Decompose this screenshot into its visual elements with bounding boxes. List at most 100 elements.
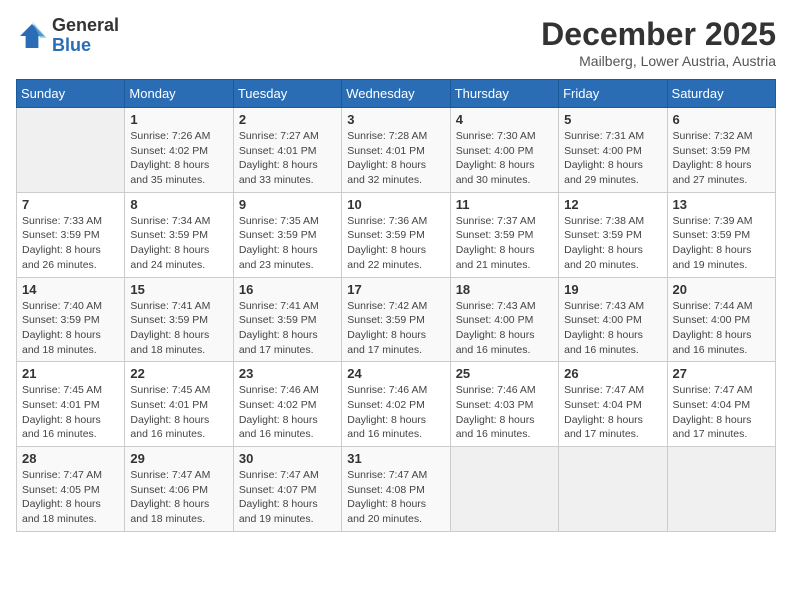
day-detail: Sunrise: 7:40 AMSunset: 3:59 PMDaylight:… — [22, 299, 119, 358]
logo: General Blue — [16, 16, 119, 56]
day-detail: Sunrise: 7:47 AMSunset: 4:05 PMDaylight:… — [22, 468, 119, 527]
day-cell: 11 Sunrise: 7:37 AMSunset: 3:59 PMDayligh… — [450, 192, 558, 277]
week-row-3: 14 Sunrise: 7:40 AMSunset: 3:59 PMDayligh… — [17, 277, 776, 362]
weekday-header-friday: Friday — [559, 80, 667, 108]
day-cell: 28 Sunrise: 7:47 AMSunset: 4:05 PMDayligh… — [17, 447, 125, 532]
day-detail: Sunrise: 7:42 AMSunset: 3:59 PMDaylight:… — [347, 299, 444, 358]
day-number: 8 — [130, 197, 227, 212]
day-number: 28 — [22, 451, 119, 466]
day-cell: 19 Sunrise: 7:43 AMSunset: 4:00 PMDayligh… — [559, 277, 667, 362]
day-number: 22 — [130, 366, 227, 381]
day-number: 23 — [239, 366, 336, 381]
day-cell: 10 Sunrise: 7:36 AMSunset: 3:59 PMDayligh… — [342, 192, 450, 277]
day-number: 20 — [673, 282, 770, 297]
day-number: 17 — [347, 282, 444, 297]
day-detail: Sunrise: 7:33 AMSunset: 3:59 PMDaylight:… — [22, 214, 119, 273]
day-cell: 29 Sunrise: 7:47 AMSunset: 4:06 PMDayligh… — [125, 447, 233, 532]
day-detail: Sunrise: 7:34 AMSunset: 3:59 PMDaylight:… — [130, 214, 227, 273]
day-cell: 21 Sunrise: 7:45 AMSunset: 4:01 PMDayligh… — [17, 362, 125, 447]
location: Mailberg, Lower Austria, Austria — [541, 53, 776, 69]
day-cell — [17, 108, 125, 193]
day-number: 10 — [347, 197, 444, 212]
day-number: 30 — [239, 451, 336, 466]
day-cell: 30 Sunrise: 7:47 AMSunset: 4:07 PMDayligh… — [233, 447, 341, 532]
weekday-header-thursday: Thursday — [450, 80, 558, 108]
day-cell: 3 Sunrise: 7:28 AMSunset: 4:01 PMDaylight… — [342, 108, 450, 193]
day-number: 14 — [22, 282, 119, 297]
day-number: 15 — [130, 282, 227, 297]
day-number: 2 — [239, 112, 336, 127]
day-cell: 9 Sunrise: 7:35 AMSunset: 3:59 PMDaylight… — [233, 192, 341, 277]
day-number: 21 — [22, 366, 119, 381]
week-row-1: 1 Sunrise: 7:26 AMSunset: 4:02 PMDaylight… — [17, 108, 776, 193]
day-cell: 7 Sunrise: 7:33 AMSunset: 3:59 PMDaylight… — [17, 192, 125, 277]
day-detail: Sunrise: 7:27 AMSunset: 4:01 PMDaylight:… — [239, 129, 336, 188]
weekday-header-monday: Monday — [125, 80, 233, 108]
day-number: 29 — [130, 451, 227, 466]
page-header: General Blue December 2025 Mailberg, Low… — [16, 16, 776, 69]
day-detail: Sunrise: 7:28 AMSunset: 4:01 PMDaylight:… — [347, 129, 444, 188]
day-cell: 12 Sunrise: 7:38 AMSunset: 3:59 PMDayligh… — [559, 192, 667, 277]
day-cell — [559, 447, 667, 532]
day-detail: Sunrise: 7:45 AMSunset: 4:01 PMDaylight:… — [22, 383, 119, 442]
day-cell: 25 Sunrise: 7:46 AMSunset: 4:03 PMDayligh… — [450, 362, 558, 447]
weekday-header-wednesday: Wednesday — [342, 80, 450, 108]
day-cell: 17 Sunrise: 7:42 AMSunset: 3:59 PMDayligh… — [342, 277, 450, 362]
day-detail: Sunrise: 7:47 AMSunset: 4:07 PMDaylight:… — [239, 468, 336, 527]
day-cell: 31Sunrise: 7:47 AMSunset: 4:08 PMDayligh… — [342, 447, 450, 532]
day-detail: Sunrise: 7:30 AMSunset: 4:00 PMDaylight:… — [456, 129, 553, 188]
day-number: 19 — [564, 282, 661, 297]
day-detail: Sunrise: 7:35 AMSunset: 3:59 PMDaylight:… — [239, 214, 336, 273]
day-number: 6 — [673, 112, 770, 127]
day-detail: Sunrise: 7:41 AMSunset: 3:59 PMDaylight:… — [130, 299, 227, 358]
day-number: 11 — [456, 197, 553, 212]
day-number: 16 — [239, 282, 336, 297]
day-detail: Sunrise: 7:37 AMSunset: 3:59 PMDaylight:… — [456, 214, 553, 273]
day-number: 5 — [564, 112, 661, 127]
day-cell — [667, 447, 775, 532]
weekday-header-row: SundayMondayTuesdayWednesdayThursdayFrid… — [17, 80, 776, 108]
day-cell: 24 Sunrise: 7:46 AMSunset: 4:02 PMDayligh… — [342, 362, 450, 447]
day-number: 27 — [673, 366, 770, 381]
day-detail: Sunrise: 7:41 AMSunset: 3:59 PMDaylight:… — [239, 299, 336, 358]
day-cell: 26 Sunrise: 7:47 AMSunset: 4:04 PMDayligh… — [559, 362, 667, 447]
day-detail: Sunrise: 7:38 AMSunset: 3:59 PMDaylight:… — [564, 214, 661, 273]
week-row-2: 7 Sunrise: 7:33 AMSunset: 3:59 PMDaylight… — [17, 192, 776, 277]
day-detail: Sunrise: 7:47 AMSunset: 4:04 PMDaylight:… — [673, 383, 770, 442]
day-number: 25 — [456, 366, 553, 381]
day-cell: 15 Sunrise: 7:41 AMSunset: 3:59 PMDayligh… — [125, 277, 233, 362]
day-cell: 1 Sunrise: 7:26 AMSunset: 4:02 PMDaylight… — [125, 108, 233, 193]
day-number: 24 — [347, 366, 444, 381]
day-detail: Sunrise: 7:31 AMSunset: 4:00 PMDaylight:… — [564, 129, 661, 188]
day-cell: 23 Sunrise: 7:46 AMSunset: 4:02 PMDayligh… — [233, 362, 341, 447]
day-number: 7 — [22, 197, 119, 212]
day-cell: 4Sunrise: 7:30 AMSunset: 4:00 PMDaylight… — [450, 108, 558, 193]
day-detail: Sunrise: 7:45 AMSunset: 4:01 PMDaylight:… — [130, 383, 227, 442]
day-number: 1 — [130, 112, 227, 127]
day-number: 3 — [347, 112, 444, 127]
day-detail: Sunrise: 7:46 AMSunset: 4:02 PMDaylight:… — [347, 383, 444, 442]
day-number: 26 — [564, 366, 661, 381]
day-detail: Sunrise: 7:47 AMSunset: 4:06 PMDaylight:… — [130, 468, 227, 527]
day-detail: Sunrise: 7:47 AMSunset: 4:04 PMDaylight:… — [564, 383, 661, 442]
title-block: December 2025 Mailberg, Lower Austria, A… — [541, 16, 776, 69]
day-number: 12 — [564, 197, 661, 212]
day-detail: Sunrise: 7:43 AMSunset: 4:00 PMDaylight:… — [564, 299, 661, 358]
day-number: 31 — [347, 451, 444, 466]
logo-icon — [16, 20, 48, 52]
day-cell: 27 Sunrise: 7:47 AMSunset: 4:04 PMDayligh… — [667, 362, 775, 447]
week-row-5: 28 Sunrise: 7:47 AMSunset: 4:05 PMDayligh… — [17, 447, 776, 532]
day-number: 9 — [239, 197, 336, 212]
logo-text: General Blue — [52, 16, 119, 56]
day-detail: Sunrise: 7:46 AMSunset: 4:03 PMDaylight:… — [456, 383, 553, 442]
month-title: December 2025 — [541, 16, 776, 53]
day-cell: 5 Sunrise: 7:31 AMSunset: 4:00 PMDaylight… — [559, 108, 667, 193]
day-detail: Sunrise: 7:46 AMSunset: 4:02 PMDaylight:… — [239, 383, 336, 442]
day-detail: Sunrise: 7:36 AMSunset: 3:59 PMDaylight:… — [347, 214, 444, 273]
day-cell: 20 Sunrise: 7:44 AMSunset: 4:00 PMDayligh… — [667, 277, 775, 362]
day-cell: 6Sunrise: 7:32 AMSunset: 3:59 PMDaylight… — [667, 108, 775, 193]
day-detail: Sunrise: 7:26 AMSunset: 4:02 PMDaylight:… — [130, 129, 227, 188]
weekday-header-sunday: Sunday — [17, 80, 125, 108]
day-cell: 22 Sunrise: 7:45 AMSunset: 4:01 PMDayligh… — [125, 362, 233, 447]
day-detail: Sunrise: 7:44 AMSunset: 4:00 PMDaylight:… — [673, 299, 770, 358]
